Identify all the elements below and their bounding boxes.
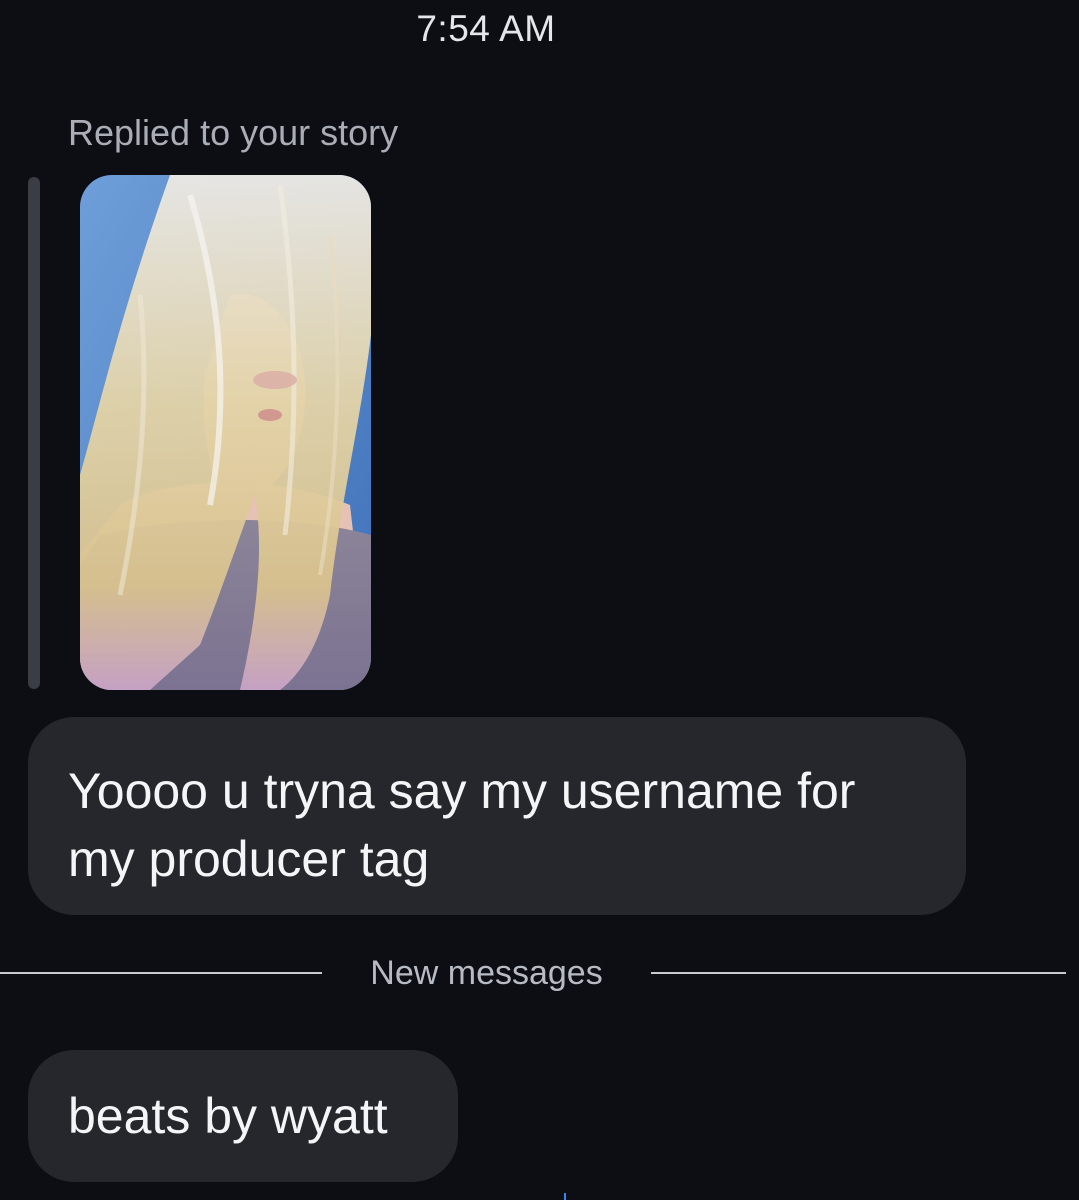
new-messages-label: New messages [370, 954, 603, 992]
message-bubble[interactable]: Yoooo u tryna say my username for my pro… [28, 717, 966, 915]
divider-line-right [651, 972, 1066, 974]
message-timestamp: 7:54 AM [416, 8, 556, 49]
chat-screen: 7:54 AM Replied to your story Yoooo u tr… [0, 0, 1079, 1200]
message-text-new: beats by wyatt [68, 1088, 388, 1144]
divider-line-left [0, 972, 322, 974]
message-text: Yoooo u tryna say my username for my pro… [68, 763, 856, 887]
story-thumbnail[interactable] [80, 175, 371, 690]
scroll-indicator [564, 1193, 566, 1200]
new-messages-divider: New messages [0, 953, 1066, 993]
reply-indicator-bar [28, 177, 40, 689]
story-photo [80, 175, 371, 690]
story-reply-label: Replied to your story [68, 112, 399, 153]
message-bubble-new[interactable]: beats by wyatt [28, 1050, 458, 1182]
